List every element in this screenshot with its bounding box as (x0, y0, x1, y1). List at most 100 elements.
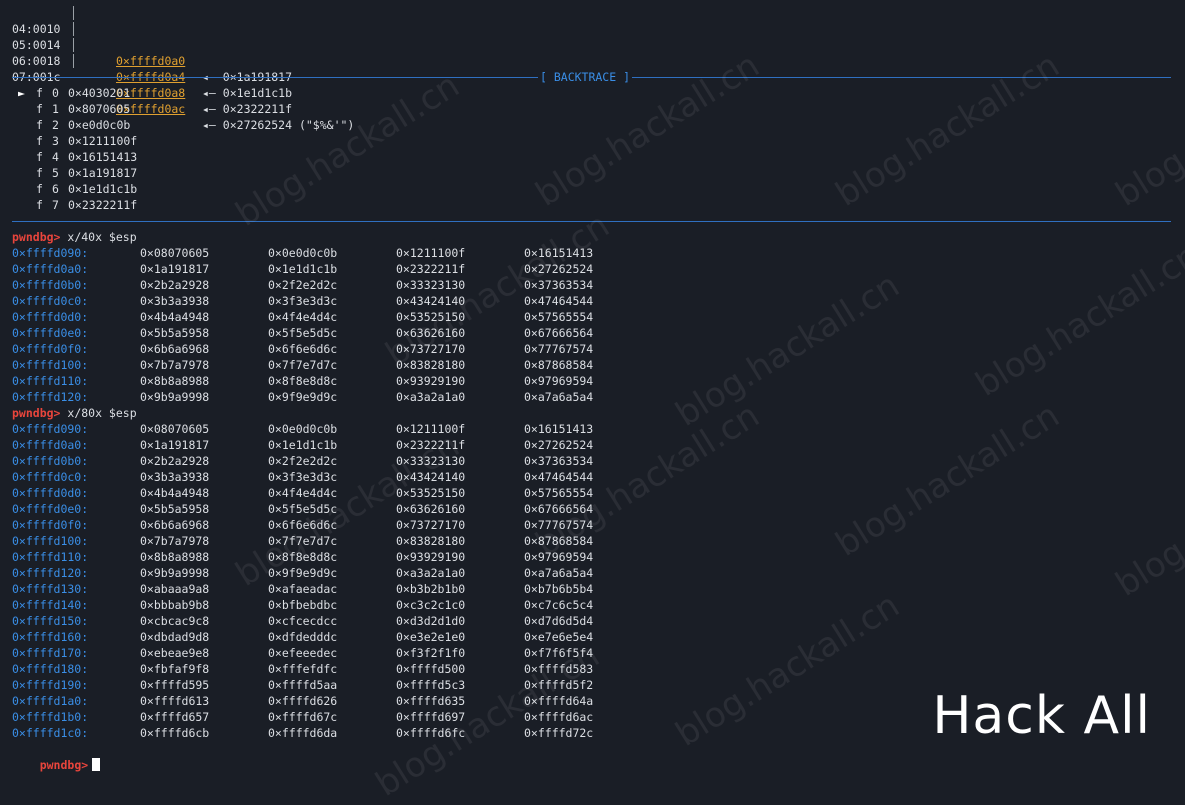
memory-word: 0×c7c6c5c4 (524, 598, 594, 612)
memory-word: 0×4f4e4d4c (268, 310, 338, 324)
memory-address: 0×ffffd0b0: (12, 454, 89, 468)
memory-word: 0×cbcac9c8 (140, 614, 210, 628)
prompt-line[interactable]: pwndbg> (12, 741, 101, 772)
memory-address: 0×ffffd140: (12, 598, 89, 612)
memory-word: 0×b3b2b1b0 (396, 582, 466, 596)
memory-address: 0×ffffd120: (12, 390, 89, 404)
stack-bar (73, 38, 74, 52)
frame-prefix: f (36, 134, 43, 148)
frame-prefix: f (36, 150, 43, 164)
memory-word: 0×abaaa9a8 (140, 582, 210, 596)
memory-word: 0×8b8a8988 (140, 550, 210, 564)
frame-number: 2 (52, 118, 59, 132)
frame-address: 0×1e1d1c1b (68, 182, 138, 196)
arrow-icon: ◂— (202, 102, 216, 116)
memory-address: 0×ffffd0c0: (12, 294, 89, 308)
memory-word: 0×ffffd5c3 (396, 678, 466, 692)
memory-word: 0×b7b6b5b4 (524, 582, 594, 596)
memory-word: 0×77767574 (524, 342, 594, 356)
memory-word: 0×ffffd6da (268, 726, 338, 740)
frame-number: 0 (52, 86, 59, 100)
memory-address: 0×ffffd100: (12, 358, 89, 372)
arrow-icon: ◂— (202, 86, 216, 100)
frame-prefix: f (36, 118, 43, 132)
memory-word: 0×1e1d1c1b (268, 438, 338, 452)
memory-address: 0×ffffd120: (12, 566, 89, 580)
memory-word: 0×fbfaf9f8 (140, 662, 210, 676)
memory-address: 0×ffffd110: (12, 550, 89, 564)
memory-address: 0×ffffd0b0: (12, 278, 89, 292)
memory-word: 0×47464544 (524, 470, 594, 484)
memory-word: 0×5b5a5958 (140, 502, 210, 516)
memory-word: 0×dbdad9d8 (140, 630, 210, 644)
memory-word: 0×0e0d0c0b (268, 246, 338, 260)
memory-address: 0×ffffd0d0: (12, 310, 89, 324)
memory-address: 0×ffffd090: (12, 246, 89, 260)
memory-word: 0×83828180 (396, 534, 466, 548)
prompt-label: pwndbg> (12, 406, 61, 420)
ghost-watermark: blog.hackall.cn (828, 395, 1067, 565)
memory-word: 0×7b7a7978 (140, 358, 210, 372)
memory-word: 0×47464544 (524, 294, 594, 308)
frame-number: 1 (52, 102, 59, 116)
stack-value: 0×1e1d1c1b (222, 86, 293, 100)
memory-word: 0×afaeadac (268, 582, 338, 596)
text-cursor (92, 758, 101, 771)
memory-word: 0×a3a2a1a0 (396, 566, 466, 580)
memory-word: 0×57565554 (524, 310, 594, 324)
memory-word: 0×3b3a3938 (140, 294, 210, 308)
frame-prefix: f (36, 182, 43, 196)
frame-number: 7 (52, 198, 59, 212)
memory-word: 0×9b9a9998 (140, 566, 210, 580)
memory-word: 0×33323130 (396, 278, 466, 292)
memory-word: 0×2f2e2d2c (268, 454, 338, 468)
memory-word: 0×ffffd613 (140, 694, 210, 708)
memory-word: 0×93929190 (396, 550, 466, 564)
memory-word: 0×2322211f (396, 262, 466, 276)
memory-word: 0×a7a6a5a4 (524, 566, 594, 580)
frame-address: 0×16151413 (68, 150, 138, 164)
memory-word: 0×93929190 (396, 374, 466, 388)
memory-word: 0×2b2a2928 (140, 278, 210, 292)
memory-word: 0×c3c2c1c0 (396, 598, 466, 612)
memory-address: 0×ffffd160: (12, 630, 89, 644)
stack-bar (73, 54, 74, 68)
terminal-window[interactable]: 04:0010 0×ffffd0a0 ◂— 0×1a191817 05:0014… (0, 0, 1185, 805)
memory-word: 0×9b9a9998 (140, 390, 210, 404)
current-frame-marker-icon: ► (18, 86, 25, 100)
frame-prefix: f (36, 86, 43, 100)
stack-bar (73, 22, 74, 36)
frame-address: 0×1a191817 (68, 166, 138, 180)
memory-address: 0×ffffd170: (12, 646, 89, 660)
memory-word: 0×ffffd657 (140, 710, 210, 724)
memory-address: 0×ffffd0f0: (12, 342, 89, 356)
memory-address: 0×ffffd110: (12, 374, 89, 388)
memory-word: 0×1e1d1c1b (268, 262, 338, 276)
memory-word: 0×ffffd635 (396, 694, 466, 708)
prompt-label: pwndbg> (39, 758, 89, 772)
memory-word: 0×73727170 (396, 518, 466, 532)
ghost-watermark: blog.hackall.cn (828, 45, 1067, 215)
memory-word: 0×1211100f (396, 246, 466, 260)
frame-address: 0×4030201 (68, 86, 131, 100)
stack-bar (73, 6, 74, 20)
memory-word: 0×63626160 (396, 502, 466, 516)
memory-word: 0×97969594 (524, 374, 594, 388)
memory-word: 0×7b7a7978 (140, 534, 210, 548)
memory-word: 0×8b8a8988 (140, 374, 210, 388)
memory-word: 0×3f3e3d3c (268, 470, 338, 484)
memory-word: 0×ffffd5aa (268, 678, 338, 692)
frame-prefix: f (36, 198, 43, 212)
stack-address-link[interactable]: 0×ffffd0a0 (116, 53, 185, 69)
memory-word: 0×d7d6d5d4 (524, 614, 594, 628)
stack-line: 06:0018 0×ffffd0a8 ◂— 0×2322211f (12, 37, 292, 116)
memory-word: 0×ffffd626 (268, 694, 338, 708)
memory-word: 0×bbbab9b8 (140, 598, 210, 612)
frame-address: 0×1211100f (68, 134, 138, 148)
memory-word: 0×08070605 (140, 422, 210, 436)
memory-word: 0×5f5e5d5c (268, 326, 338, 340)
stack-line: 04:0010 0×ffffd0a0 ◂— 0×1a191817 (12, 5, 292, 84)
memory-word: 0×efeeedec (268, 646, 338, 660)
memory-word: 0×08070605 (140, 246, 210, 260)
memory-word: 0×6b6a6968 (140, 342, 210, 356)
